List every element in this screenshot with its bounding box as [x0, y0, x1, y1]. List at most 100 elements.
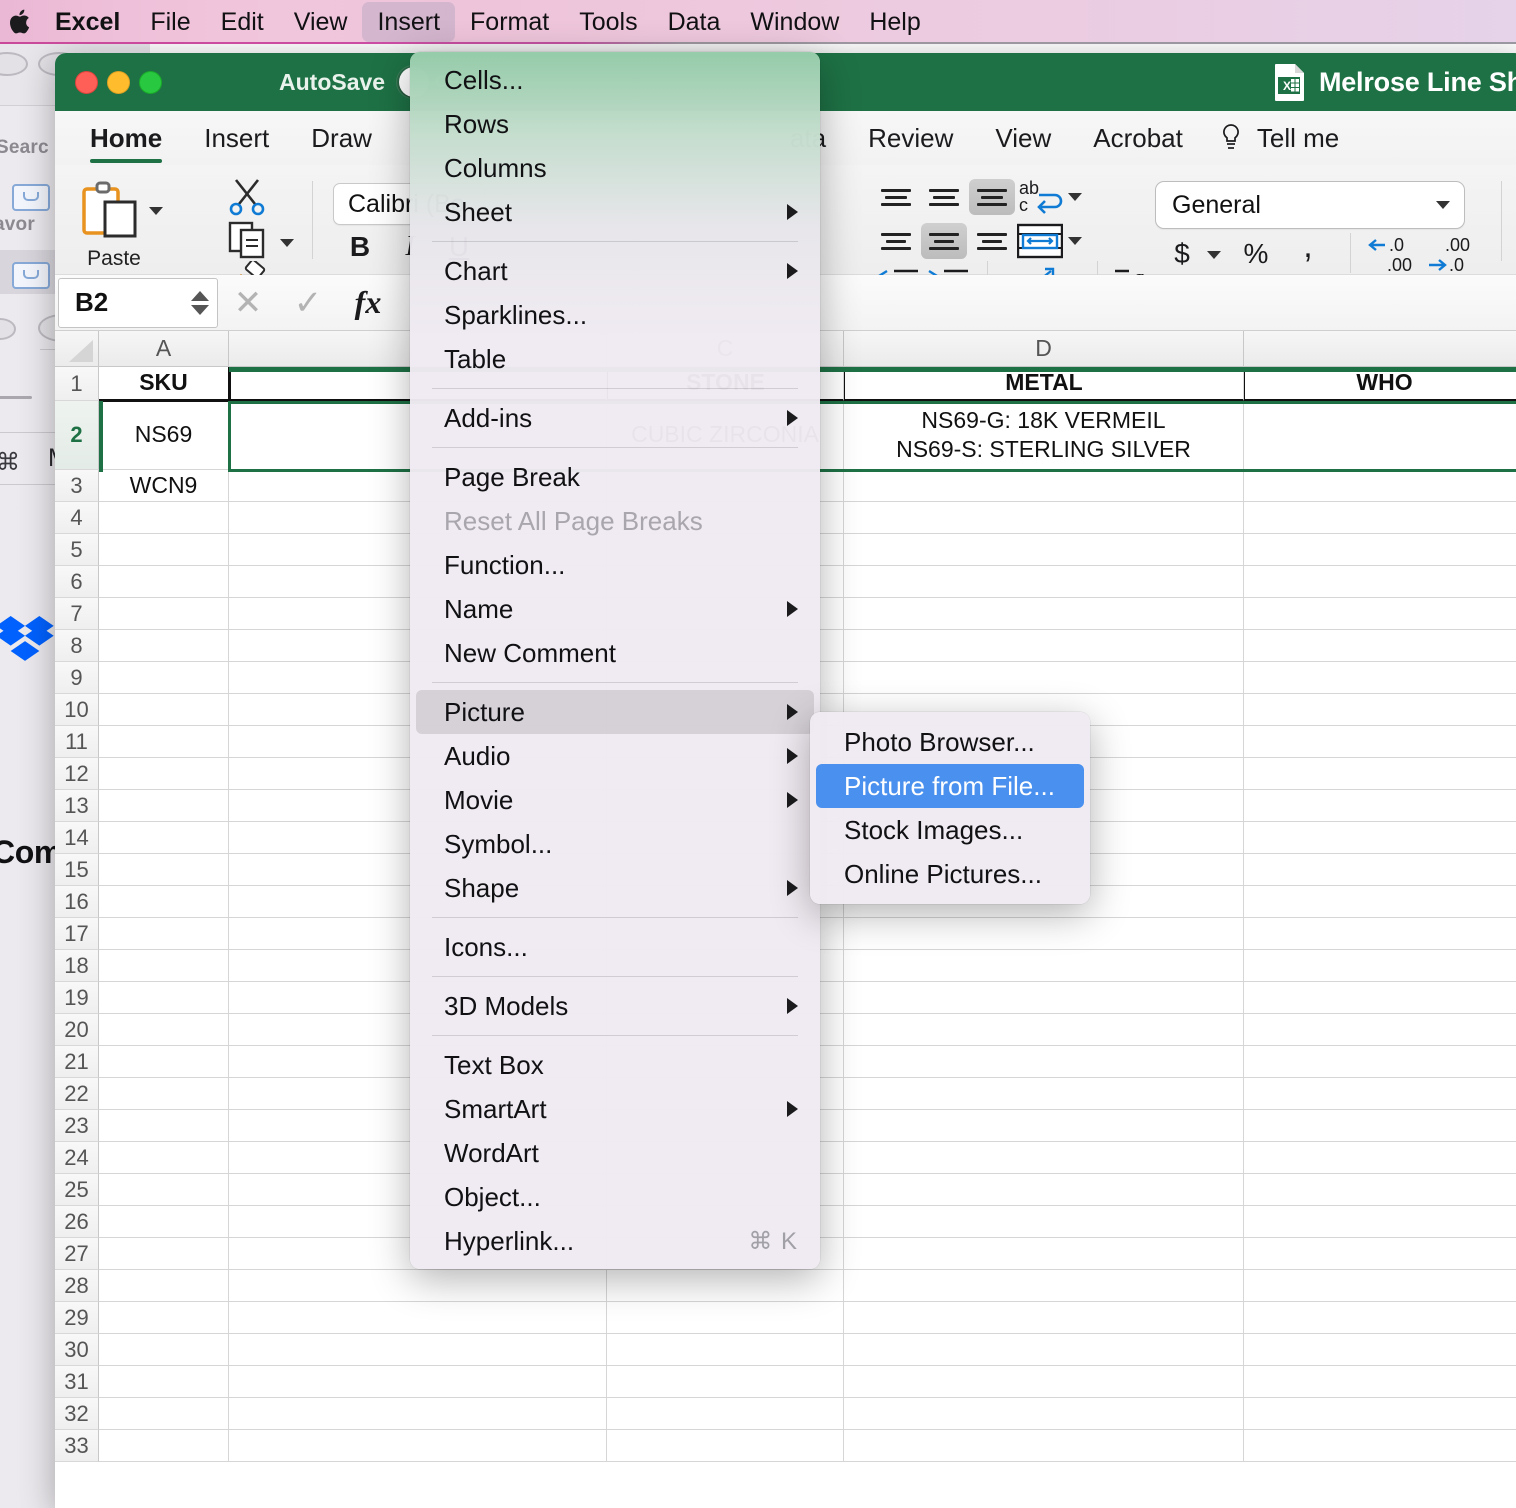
cell-D28[interactable] [844, 1270, 1244, 1302]
row-header-25[interactable]: 25 [55, 1174, 99, 1206]
insert-menu-item-text-box[interactable]: Text Box [416, 1043, 814, 1087]
cell-D22[interactable] [844, 1078, 1244, 1110]
apple-logo-icon[interactable] [8, 7, 34, 37]
row-header-10[interactable]: 10 [55, 694, 99, 726]
menu-data[interactable]: Data [653, 2, 736, 42]
row-header-8[interactable]: 8 [55, 630, 99, 662]
row-header-5[interactable]: 5 [55, 534, 99, 566]
cell-A4[interactable] [99, 502, 229, 534]
menu-tools[interactable]: Tools [564, 2, 652, 42]
row-header-17[interactable]: 17 [55, 918, 99, 950]
cell-D23[interactable] [844, 1110, 1244, 1142]
cell-31[interactable] [1244, 1366, 1516, 1398]
cell-C30[interactable] [607, 1334, 844, 1366]
cell-D25[interactable] [844, 1174, 1244, 1206]
select-all-corner[interactable] [55, 331, 99, 367]
cell-A3[interactable]: WCN9 [99, 470, 229, 502]
cell-13[interactable] [1244, 790, 1516, 822]
cell-29[interactable] [1244, 1302, 1516, 1334]
insert-menu-item-sheet[interactable]: Sheet [416, 190, 814, 234]
cancel-formula-button[interactable]: ✕ [218, 275, 278, 331]
tab-home[interactable]: Home [69, 111, 183, 165]
menu-excel[interactable]: Excel [40, 2, 135, 42]
cell-30[interactable] [1244, 1334, 1516, 1366]
merge-cells-icon[interactable] [1017, 223, 1063, 259]
cell-A22[interactable] [99, 1078, 229, 1110]
paste-icon[interactable] [80, 181, 144, 243]
bold-button[interactable]: B [343, 227, 377, 267]
row-header-27[interactable]: 27 [55, 1238, 99, 1270]
align-bottom-button[interactable] [969, 179, 1015, 215]
comma-button[interactable]: , [1291, 227, 1325, 265]
row-header-11[interactable]: 11 [55, 726, 99, 758]
cell-22[interactable] [1244, 1078, 1516, 1110]
insert-menu-item-smartart[interactable]: SmartArt [416, 1087, 814, 1131]
insert-menu-item-rows[interactable]: Rows [416, 102, 814, 146]
increase-decimal-icon[interactable]: .0 .00 [1367, 231, 1421, 277]
cell-24[interactable] [1244, 1142, 1516, 1174]
cell-26[interactable] [1244, 1206, 1516, 1238]
picture-submenu-item-photo-browser[interactable]: Photo Browser... [816, 720, 1084, 764]
row-header-28[interactable]: 28 [55, 1270, 99, 1302]
cell-12[interactable] [1244, 758, 1516, 790]
cell-A16[interactable] [99, 886, 229, 918]
cell-20[interactable] [1244, 1014, 1516, 1046]
cell-33[interactable] [1244, 1430, 1516, 1462]
menu-insert[interactable]: Insert [362, 2, 455, 42]
cell-6[interactable] [1244, 566, 1516, 598]
align-center-button[interactable] [921, 223, 967, 259]
row-header-3[interactable]: 3 [55, 470, 99, 502]
row-header-16[interactable]: 16 [55, 886, 99, 918]
cell-17[interactable] [1244, 918, 1516, 950]
wrap-text-icon[interactable]: ab c [1019, 177, 1071, 219]
insert-menu-item-cells[interactable]: Cells... [416, 58, 814, 102]
cell-D6[interactable] [844, 566, 1244, 598]
percent-button[interactable]: % [1239, 235, 1273, 273]
copy-icon[interactable] [228, 221, 270, 259]
cell-5[interactable] [1244, 534, 1516, 566]
cell-2[interactable] [1244, 401, 1516, 470]
insert-menu-item-object[interactable]: Object... [416, 1175, 814, 1219]
cell-28[interactable] [229, 1270, 607, 1302]
tab-insert[interactable]: Insert [183, 111, 290, 165]
insert-menu-item-shape[interactable]: Shape [416, 866, 814, 910]
cell-8[interactable] [1244, 630, 1516, 662]
insert-menu-item-picture[interactable]: Picture [416, 690, 814, 734]
insert-menu-item-add-ins[interactable]: Add-ins [416, 396, 814, 440]
enter-formula-button[interactable]: ✓ [278, 275, 338, 331]
row-header-12[interactable]: 12 [55, 758, 99, 790]
row-header-9[interactable]: 9 [55, 662, 99, 694]
table-row[interactable] [99, 1430, 1516, 1462]
row-header-29[interactable]: 29 [55, 1302, 99, 1334]
cell-A27[interactable] [99, 1238, 229, 1270]
row-header-20[interactable]: 20 [55, 1014, 99, 1046]
column-header-5[interactable] [1244, 331, 1516, 367]
tab-view[interactable]: View [974, 111, 1072, 165]
row-header-31[interactable]: 31 [55, 1366, 99, 1398]
row-header-33[interactable]: 33 [55, 1430, 99, 1462]
row-header-7[interactable]: 7 [55, 598, 99, 630]
row-header-18[interactable]: 18 [55, 950, 99, 982]
row-header-14[interactable]: 14 [55, 822, 99, 854]
cell-D2[interactable]: NS69-G: 18K VERMEILNS69-S: STERLING SILV… [844, 401, 1244, 470]
minimize-button[interactable] [107, 71, 130, 94]
cell-A25[interactable] [99, 1174, 229, 1206]
cell-4[interactable] [1244, 502, 1516, 534]
cell-D4[interactable] [844, 502, 1244, 534]
number-format-chevron[interactable] [1436, 201, 1450, 209]
cell-A10[interactable] [99, 694, 229, 726]
cell-31[interactable] [229, 1366, 607, 1398]
picture-submenu-item-picture-from-file[interactable]: Picture from File... [816, 764, 1084, 808]
picture-submenu-item-online-pictures[interactable]: Online Pictures... [816, 852, 1084, 896]
row-header-23[interactable]: 23 [55, 1110, 99, 1142]
align-left-button[interactable] [873, 223, 919, 259]
row-header-2[interactable]: 2 [55, 401, 99, 470]
row-header-30[interactable]: 30 [55, 1334, 99, 1366]
cell-18[interactable] [1244, 950, 1516, 982]
number-format-select[interactable]: General [1155, 181, 1465, 229]
row-header-15[interactable]: 15 [55, 854, 99, 886]
cell-A19[interactable] [99, 982, 229, 1014]
table-row[interactable] [99, 1270, 1516, 1302]
cell-A24[interactable] [99, 1142, 229, 1174]
cell-C28[interactable] [607, 1270, 844, 1302]
